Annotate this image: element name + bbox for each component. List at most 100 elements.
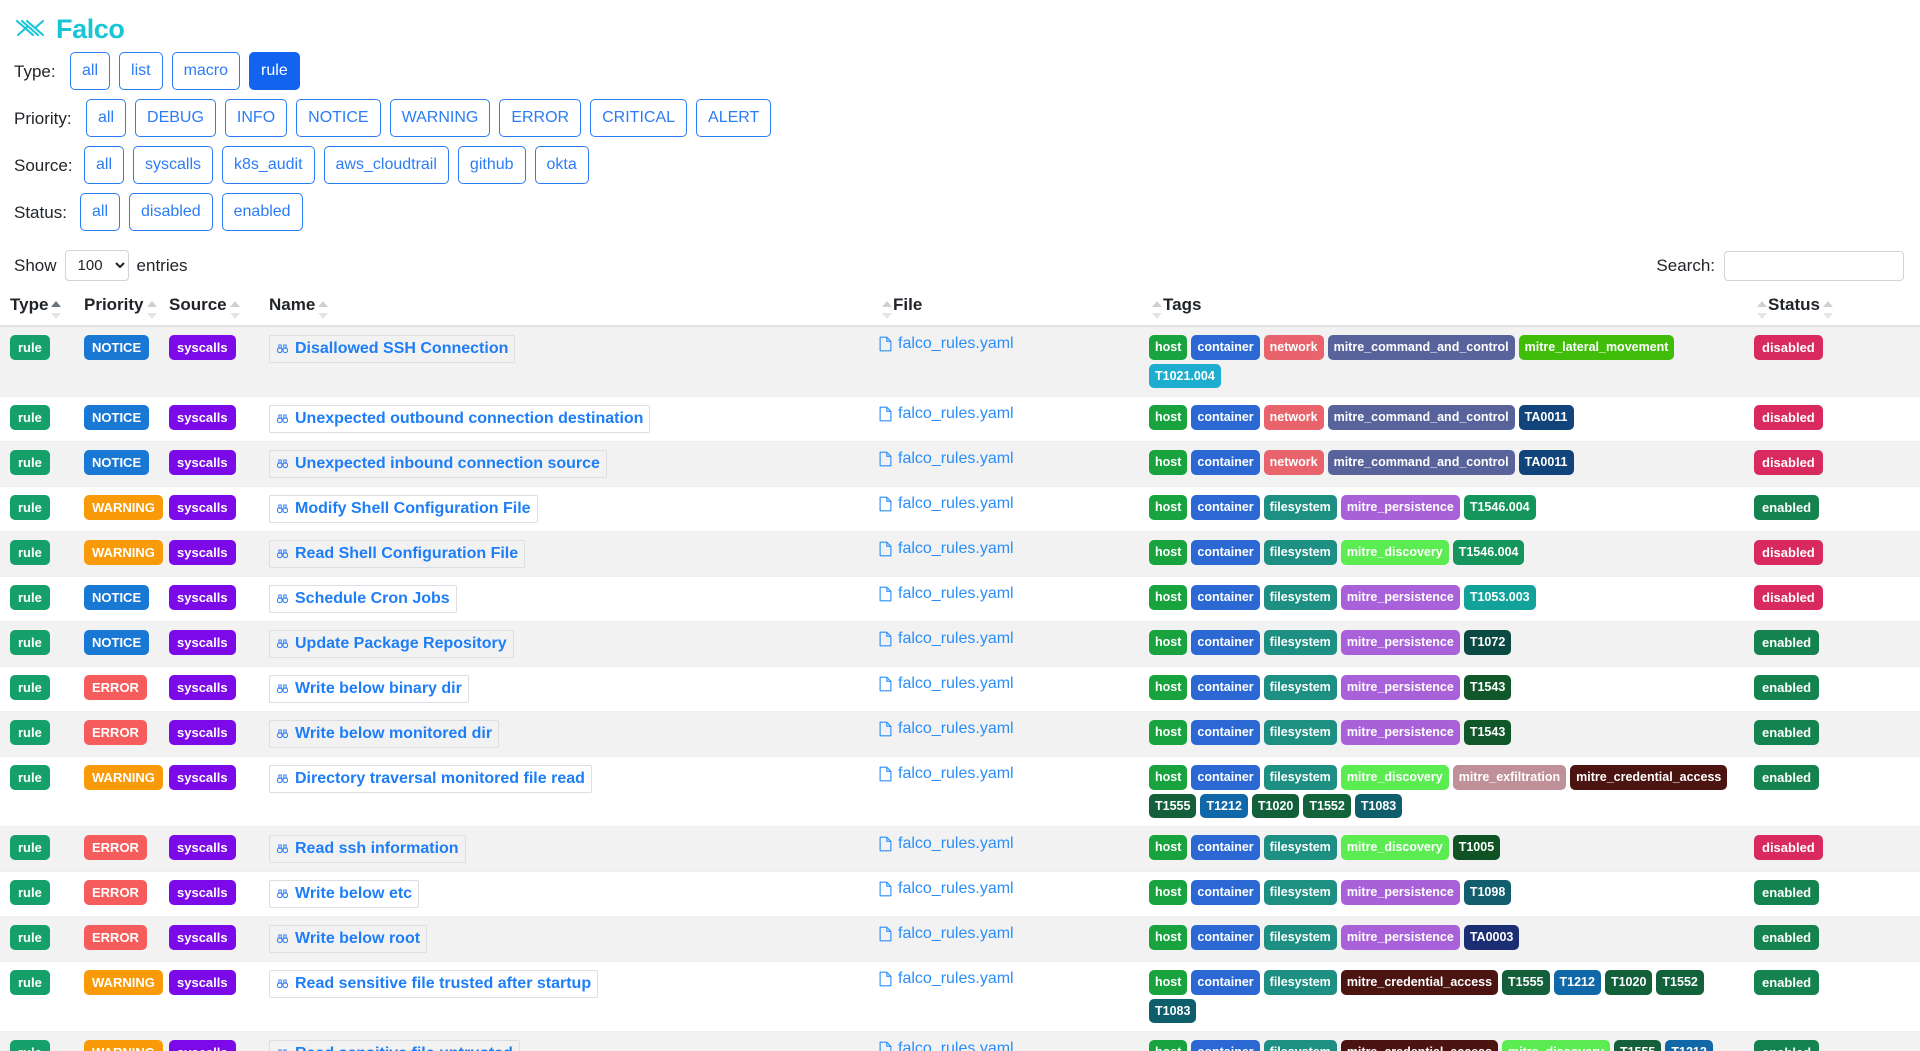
tag-badge: T1020 [1251, 793, 1300, 818]
rule-name-link[interactable]: Read sensitive file trusted after startu… [269, 970, 599, 998]
binoculars-icon [275, 978, 290, 991]
cell-status: enabled [1744, 961, 1920, 1032]
file-link[interactable]: falco_rules.yaml [879, 925, 1014, 943]
file-link[interactable]: falco_rules.yaml [879, 630, 1014, 648]
cell-tags: host container filesystem mitre_discovery T1… [1139, 826, 1744, 872]
filter-option-all[interactable]: all [70, 52, 111, 90]
rule-name-link[interactable]: Write below root [269, 925, 428, 953]
filter-option-error[interactable]: ERROR [499, 99, 582, 137]
tag-list: hostcontainerfilesystemmitre_credential_… [1149, 1040, 1734, 1051]
filter-option-macro[interactable]: macro [171, 52, 241, 90]
rule-name-link[interactable]: Write below etc [269, 880, 420, 908]
rule-name-link[interactable]: Schedule Cron Jobs [269, 585, 457, 613]
file-link[interactable]: falco_rules.yaml [879, 765, 1014, 783]
file-link[interactable]: falco_rules.yaml [879, 675, 1014, 693]
priority-badge: ERROR [84, 835, 147, 860]
tag-badge: filesystem [1263, 835, 1337, 860]
filter-option-k8s_audit[interactable]: k8s_audit [222, 146, 315, 184]
column-header-name[interactable]: Name [259, 287, 869, 327]
file-label: falco_rules.yaml [898, 585, 1014, 602]
status-badge: disabled [1754, 835, 1823, 860]
filter-option-list[interactable]: list [119, 52, 163, 90]
rule-name-link[interactable]: Update Package Repository [269, 630, 514, 658]
cell-priority: ERROR [74, 826, 159, 872]
filter-option-all[interactable]: all [80, 193, 121, 231]
file-link[interactable]: falco_rules.yaml [879, 540, 1014, 558]
column-header-priority[interactable]: Priority [74, 287, 159, 327]
tag-badge: mitre_command_and_control [1327, 405, 1515, 430]
rule-name-link[interactable]: Write below monitored dir [269, 720, 500, 748]
filter-option-alert[interactable]: ALERT [696, 99, 772, 137]
file-link[interactable]: falco_rules.yaml [879, 880, 1014, 898]
status-badge: enabled [1754, 720, 1820, 745]
file-link[interactable]: falco_rules.yaml [879, 970, 1014, 988]
file-icon [879, 631, 892, 647]
filter-option-all[interactable]: all [86, 99, 127, 137]
source-badge: syscalls [169, 675, 236, 700]
column-header-label: Tags [1163, 295, 1202, 314]
entries-per-page-select[interactable]: 102550100 [64, 250, 129, 281]
column-header-type[interactable]: Type [0, 287, 74, 327]
rule-name-link[interactable]: Directory traversal monitored file read [269, 765, 592, 793]
tag-list: hostcontainerfilesystemmitre_credential_… [1149, 970, 1734, 1023]
cell-file: falco_rules.yaml [869, 576, 1139, 622]
rule-name-link[interactable]: Write below binary dir [269, 675, 469, 703]
rule-name-link[interactable]: Unexpected outbound connection destinati… [269, 405, 651, 433]
filter-option-rule[interactable]: rule [249, 52, 300, 90]
filter-option-github[interactable]: github [457, 146, 526, 184]
filter-option-debug[interactable]: DEBUG [135, 99, 216, 137]
tag-badge: T1546.004 [1452, 540, 1525, 565]
file-link[interactable]: falco_rules.yaml [879, 495, 1014, 513]
tag-badge: host [1149, 405, 1188, 430]
source-badge: syscalls [169, 970, 236, 995]
rule-name-label: Schedule Cron Jobs [295, 590, 450, 607]
table-row: rule ERROR syscalls Write below etc falco_ru… [0, 871, 1920, 917]
table-row: rule NOTICE syscalls Disallowed SSH Connect… [0, 326, 1920, 397]
cell-name: Read Shell Configuration File [259, 531, 869, 577]
file-link[interactable]: falco_rules.yaml [879, 450, 1014, 468]
file-link[interactable]: falco_rules.yaml [879, 405, 1014, 423]
rule-name-link[interactable]: Modify Shell Configuration File [269, 495, 538, 523]
cell-name: Modify Shell Configuration File [259, 486, 869, 532]
search-input[interactable] [1724, 250, 1904, 281]
filter-option-aws_cloudtrail[interactable]: aws_cloudtrail [323, 146, 449, 184]
filter-option-enabled[interactable]: enabled [221, 193, 303, 231]
rule-name-link[interactable]: Unexpected inbound connection source [269, 450, 607, 478]
column-header-file[interactable]: File [869, 287, 1139, 327]
rule-name-link[interactable]: Read ssh information [269, 835, 466, 863]
table-row: rule WARNING syscalls Modify Shell Configur… [0, 486, 1920, 532]
source-badge: syscalls [169, 1040, 236, 1051]
cell-name: Write below binary dir [259, 666, 869, 712]
file-link[interactable]: falco_rules.yaml [879, 585, 1014, 603]
tag-list: host container filesystem mitre_persistence… [1149, 630, 1734, 655]
rule-name-link[interactable]: Disallowed SSH Connection [269, 335, 516, 363]
column-header-status[interactable]: Status [1744, 287, 1920, 327]
cell-source: syscalls [159, 961, 259, 1032]
column-header-tags[interactable]: Tags [1139, 287, 1744, 327]
filter-option-okta[interactable]: okta [534, 146, 589, 184]
file-link[interactable]: falco_rules.yaml [879, 720, 1014, 738]
rule-name-link[interactable]: Read sensitive file untrusted [269, 1040, 520, 1051]
cell-tags: host container filesystem mitre_persistence… [1139, 576, 1744, 622]
binoculars-icon [275, 593, 290, 606]
rule-name-link[interactable]: Read Shell Configuration File [269, 540, 526, 568]
file-icon [879, 1041, 892, 1051]
column-header-label: File [893, 295, 923, 314]
source-badge: syscalls [169, 335, 236, 360]
filter-option-info[interactable]: INFO [224, 99, 288, 137]
filter-option-notice[interactable]: NOTICE [296, 99, 381, 137]
filter-option-warning[interactable]: WARNING [389, 99, 491, 137]
filter-option-all[interactable]: all [84, 146, 125, 184]
file-link[interactable]: falco_rules.yaml [879, 1040, 1014, 1051]
file-label: falco_rules.yaml [898, 880, 1014, 897]
file-link[interactable]: falco_rules.yaml [879, 335, 1014, 353]
column-header-source[interactable]: Source [159, 287, 259, 327]
filter-option-critical[interactable]: CRITICAL [590, 99, 688, 137]
tag-list: host container filesystem mitre_persistence… [1149, 495, 1734, 520]
filter-option-syscalls[interactable]: syscalls [133, 146, 214, 184]
filter-option-disabled[interactable]: disabled [129, 193, 213, 231]
file-link[interactable]: falco_rules.yaml [879, 835, 1014, 853]
cell-file: falco_rules.yaml [869, 1031, 1139, 1051]
status-badge: enabled [1754, 630, 1820, 655]
cell-file: falco_rules.yaml [869, 826, 1139, 872]
